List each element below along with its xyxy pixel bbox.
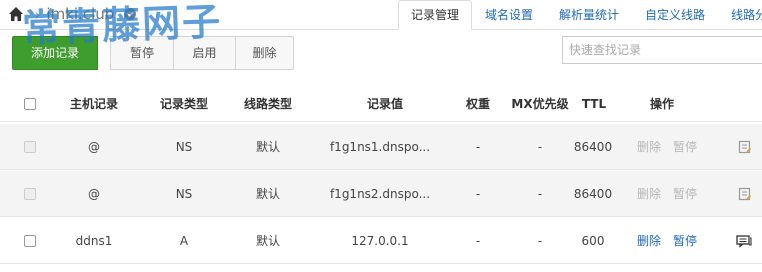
cell-weight: - [475,234,481,248]
select-all-checkbox[interactable] [24,97,36,110]
table-row[interactable]: @ NS 默认 f1g1ns1.dnspo... - - 86400 删除 暂停 [0,124,762,170]
tab-line-groups[interactable]: 线路分组 [718,0,762,30]
col-line: 线路类型 [243,97,292,111]
cell-ttl: 86400 [573,140,613,154]
col-host: 主机记录 [69,97,118,111]
comment-icon[interactable] [736,234,752,248]
cell-type: NS [175,140,193,154]
cell-type: A [179,234,189,248]
row-delete-link[interactable]: 删除 [637,171,661,217]
col-value: 记录值 [366,97,403,111]
note-icon[interactable] [738,140,752,154]
cell-weight: - [475,187,481,201]
cell-value: f1g1ns2.dnspo... [329,187,431,201]
row-delete-link[interactable]: 删除 [637,218,661,264]
add-record-button[interactable]: 添加记录 [12,36,98,70]
cell-host: @ [88,187,100,201]
col-weight: 权重 [465,97,490,111]
tab-custom-lines[interactable]: 自定义线路 [632,0,719,30]
row-checkbox[interactable] [24,234,36,247]
cell-ttl: 86400 [573,187,613,201]
cell-line: 默认 [255,187,280,201]
breadcrumb-separator: › [34,4,41,24]
cell-mx: - [537,140,543,154]
pause-button[interactable]: 暂停 [110,36,174,70]
cell-host: ddns1 [75,234,113,248]
cell-line: 默认 [255,140,280,154]
table-row[interactable]: @ NS 默认 f1g1ns2.dnspo... - - 86400 删除 暂停 [0,171,762,217]
row-checkbox[interactable] [24,140,36,153]
table-row[interactable]: ddns1 A 默认 127.0.0.1 - - 600 删除 暂停 [0,218,762,264]
note-icon[interactable] [738,187,752,201]
col-type: 记录类型 [159,97,208,111]
cell-host: @ [88,140,100,154]
row-pause-link[interactable]: 暂停 [673,171,697,217]
tab-record-management[interactable]: 记录管理 [398,0,473,30]
dropdown-icon[interactable] [122,6,138,22]
delete-button[interactable]: 删除 [236,36,294,70]
cell-value: f1g1ns1.dnspo... [329,140,431,154]
cell-weight: - [475,140,481,154]
breadcrumb-domain[interactable]: imki.club [46,5,114,23]
top-bar: › imki.club 记录管理 域名设置 解析量统计 自定义线路 线路分组 [0,0,762,30]
home-icon[interactable] [8,6,24,22]
row-delete-link[interactable]: 删除 [637,124,661,170]
tab-bar: 记录管理 域名设置 解析量统计 自定义线路 线路分组 [398,0,762,30]
col-mx: MX优先级 [511,97,569,111]
row-pause-link[interactable]: 暂停 [673,124,697,170]
cell-value: 127.0.0.1 [351,234,409,248]
search-input[interactable] [562,36,762,64]
col-ops: 操作 [649,97,674,111]
enable-button[interactable]: 启用 [174,36,236,70]
col-ttl: TTL [581,97,607,111]
breadcrumb: › imki.club [8,4,138,24]
table-header: 主机记录 记录类型 线路类型 记录值 权重 MX优先级 TTL 操作 [0,86,762,122]
cell-mx: - [537,234,543,248]
cell-line: 默认 [255,234,280,248]
row-pause-link[interactable]: 暂停 [673,218,697,264]
tab-resolution-stats[interactable]: 解析量统计 [546,0,633,30]
tab-domain-settings[interactable]: 域名设置 [472,0,547,30]
record-toolbar: 添加记录 暂停 启用 删除 [12,36,294,70]
cell-mx: - [537,187,543,201]
cell-type: NS [175,187,193,201]
row-checkbox[interactable] [24,187,36,200]
cell-ttl: 600 [581,234,605,248]
